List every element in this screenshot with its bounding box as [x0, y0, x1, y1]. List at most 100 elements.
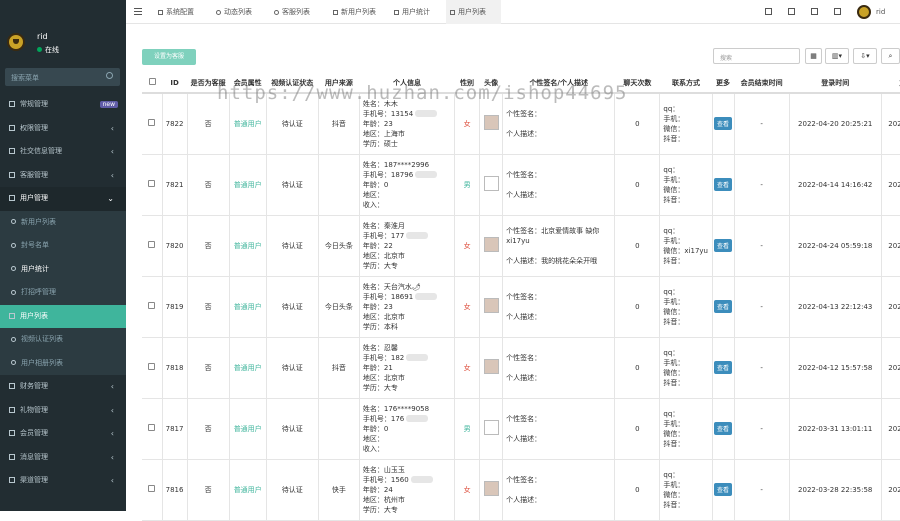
cell-is-service: 否	[187, 215, 230, 277]
sidebar-item-2[interactable]: 社交信息管理 ‹	[0, 140, 126, 164]
view-button[interactable]: 查看	[714, 239, 733, 252]
sidebar-item-16[interactable]: 渠道管理 ‹	[0, 469, 126, 493]
cell-info: 姓名：忍馨 手机号：182 年龄：21 地区：北京市 学历：大专	[359, 337, 456, 399]
tab-system-config[interactable]: 系统配置	[154, 0, 198, 24]
cell-signature: 个性签名： 个人描述：	[502, 398, 616, 460]
columns-button[interactable]: ▥▾	[825, 48, 849, 64]
menu-item-icon	[11, 289, 16, 295]
sidebar-item-label: 会员管理	[20, 429, 48, 437]
user-avatar[interactable]	[857, 5, 871, 19]
row-checkbox[interactable]	[148, 241, 156, 248]
row-checkbox[interactable]	[148, 485, 156, 492]
row-checkbox[interactable]	[148, 119, 156, 127]
sidebar-item-7[interactable]: 用户统计	[0, 257, 126, 281]
tab-new-user-list[interactable]: 新用户列表	[329, 0, 380, 24]
view-button[interactable]: 查看	[714, 117, 733, 131]
menu-search-input[interactable]: 搜索菜单	[5, 68, 120, 86]
view-button[interactable]: 查看	[714, 483, 733, 496]
sig-line	[506, 363, 614, 373]
contact-line: 抖音：	[663, 439, 685, 448]
sig-line	[506, 180, 614, 190]
col-id[interactable]: ID	[162, 73, 188, 94]
sig-line	[506, 246, 614, 256]
row-checkbox[interactable]	[148, 180, 156, 187]
view-button[interactable]: 查看	[714, 300, 733, 313]
fullscreen-icon[interactable]	[834, 8, 841, 15]
user-photo[interactable]	[483, 359, 499, 374]
info-line: 手机号：176	[363, 414, 454, 424]
contact-line: 微信：	[663, 429, 685, 438]
cell-more: 查看	[712, 93, 735, 155]
sidebar-item-8[interactable]: 打招呼管理	[0, 281, 126, 305]
sidebar-item-9[interactable]: 用户列表	[0, 304, 126, 328]
top-user-name[interactable]: rid	[876, 8, 885, 16]
cell-is-service: 否	[187, 398, 230, 460]
cell-join: 2022-04-0	[881, 337, 900, 399]
tab-service-list[interactable]: 客服列表	[270, 0, 314, 24]
tab-user-stats[interactable]: 用户统计	[390, 0, 434, 24]
search-icon[interactable]	[106, 72, 113, 79]
user-photo[interactable]	[483, 298, 499, 313]
chevron-icon: ‹	[110, 382, 114, 391]
sidebar-item-label: 打招呼管理	[21, 288, 56, 296]
sidebar-item-5[interactable]: 新用户列表	[0, 210, 126, 234]
cell-vip-end: -	[734, 154, 790, 216]
search-toggle-button[interactable]: ⌕	[881, 48, 900, 64]
row-checkbox[interactable]	[148, 363, 156, 370]
view-button[interactable]: 查看	[714, 422, 733, 435]
sidebar-item-label: 客服管理	[20, 170, 48, 179]
view-button[interactable]: 查看	[714, 361, 733, 374]
user-photo[interactable]	[483, 420, 499, 435]
set-service-button[interactable]: 设置为客服	[142, 49, 196, 65]
select-all-checkbox[interactable]	[148, 78, 156, 85]
info-line: 姓名：秦淮月	[363, 221, 454, 231]
sidebar-item-13[interactable]: 礼物管理 ‹	[0, 399, 126, 423]
sidebar-item-11[interactable]: 用户相册列表	[0, 351, 126, 375]
cell-avatar	[479, 154, 504, 216]
user-photo[interactable]	[483, 115, 499, 131]
menu-toggle-icon[interactable]	[134, 8, 142, 15]
col-login-time[interactable]: 登录时间	[789, 73, 882, 94]
sig-line	[506, 424, 614, 434]
info-line: 手机号：182	[363, 353, 454, 363]
main-content: 设置为客服 搜索 ▦ ▥▾ ⇩▾ ⌕ ID 是否为客服 会员属性 视频认证状态 …	[126, 24, 900, 521]
translate-icon[interactable]	[811, 8, 818, 15]
sidebar-item-1[interactable]: 权限管理 ‹	[0, 117, 126, 141]
view-button[interactable]: 查看	[714, 178, 733, 191]
info-text: 姓名：187****2996	[362, 160, 430, 169]
info-line: 地区：北京市	[363, 373, 454, 383]
home-icon[interactable]	[765, 8, 772, 15]
sidebar-item-4[interactable]: 用户管理 ⌄	[0, 187, 126, 211]
tab-user-list[interactable]: 用户列表	[446, 0, 501, 24]
trash-icon[interactable]	[788, 8, 795, 15]
sidebar-item-14[interactable]: 会员管理 ‹	[0, 422, 126, 446]
info-text: 手机号：18796	[362, 170, 414, 179]
info-line: 学历：本科	[363, 322, 454, 332]
cell-info: 姓名：天台汽水🌶 手机号：18691 年龄：23 地区：北京市 学历：本科	[359, 276, 456, 338]
sidebar-item-15[interactable]: 消息管理 ‹	[0, 446, 126, 470]
export-button[interactable]: ⇩▾	[853, 48, 877, 64]
user-photo[interactable]	[483, 481, 499, 496]
new-badge: new	[99, 101, 118, 108]
cell-info: 姓名：176****9058 手机号：176 年龄：0 地区： 收入：	[359, 398, 456, 460]
toggle-view-button[interactable]: ▦	[805, 48, 822, 64]
table-search-input[interactable]: 搜索	[713, 48, 800, 64]
info-line: 地区：	[363, 434, 454, 444]
cell-vip-end: -	[734, 276, 790, 338]
contact-line: 抖音：	[663, 256, 685, 265]
row-select-cell	[142, 93, 163, 155]
sidebar-item-6[interactable]: 封号名单	[0, 234, 126, 258]
cell-source	[318, 398, 360, 460]
sidebar-item-10[interactable]: 视频认证列表	[0, 328, 126, 352]
tab-moments-list[interactable]: 动态列表	[212, 0, 256, 24]
user-photo[interactable]	[483, 176, 499, 191]
sidebar-item-12[interactable]: 财务管理 ‹	[0, 375, 126, 399]
row-checkbox[interactable]	[148, 424, 156, 431]
user-photo[interactable]	[483, 237, 499, 252]
chevron-icon: ‹	[110, 170, 114, 180]
sidebar-item-0[interactable]: 常规管理 new	[0, 93, 126, 117]
sidebar-item-3[interactable]: 客服管理 ‹	[0, 164, 126, 188]
sig-line: 个人描述：	[506, 129, 542, 138]
cell-contact: qq： 手机： 微信： 抖音：	[659, 398, 713, 460]
row-checkbox[interactable]	[148, 302, 156, 309]
